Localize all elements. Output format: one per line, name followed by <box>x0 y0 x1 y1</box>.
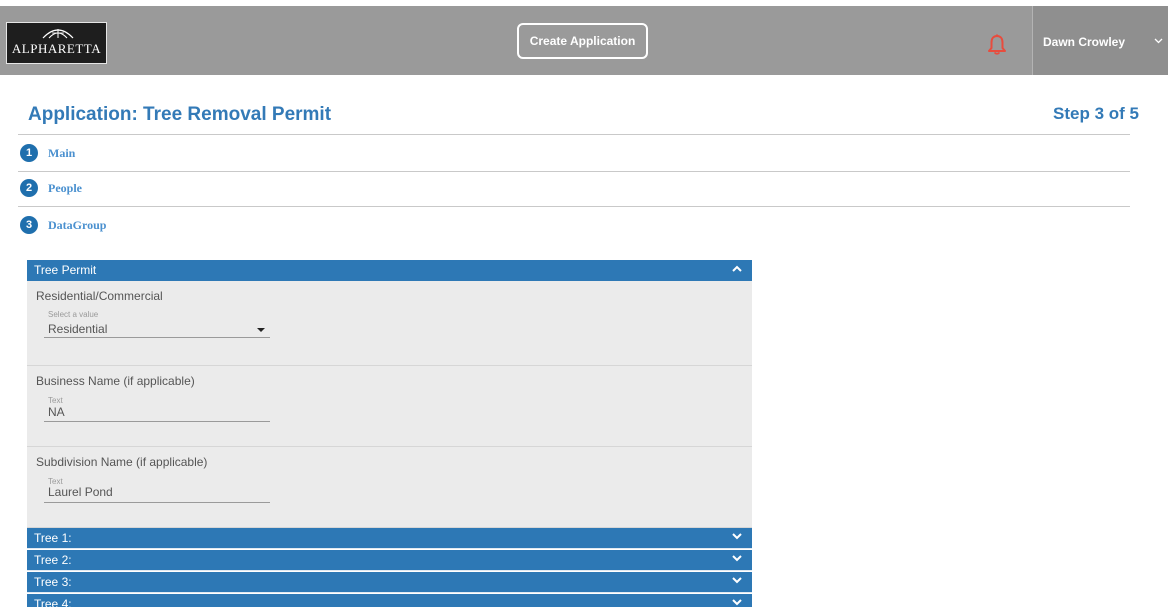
field-underline <box>44 421 270 422</box>
step-label: DataGroup <box>48 218 107 232</box>
bell-icon[interactable] <box>987 34 1007 56</box>
chevron-down-icon <box>732 577 742 584</box>
divider <box>18 171 1130 172</box>
tree-permit-panel: Tree Permit Residential/Commercial Selec… <box>27 260 752 607</box>
section-label: Tree 4: <box>34 597 72 607</box>
chevron-up-icon <box>732 265 742 272</box>
field-underline <box>44 337 270 338</box>
step-number-badge: 2 <box>20 179 38 197</box>
step-people[interactable]: 2 People <box>20 179 220 199</box>
select-value[interactable]: Residential <box>48 322 107 336</box>
step-number-badge: 3 <box>20 216 38 234</box>
field-hint: Select a value <box>48 310 99 319</box>
chevron-down-icon <box>732 555 742 562</box>
step-number-badge: 1 <box>20 144 38 162</box>
section-label: Tree 3: <box>34 575 72 589</box>
tree-section-2[interactable]: Tree 2: <box>27 550 752 571</box>
chevron-down-icon <box>732 599 742 606</box>
section-label: Tree 1: <box>34 531 72 545</box>
alpharetta-logo[interactable]: ALPHARETTA <box>6 22 107 64</box>
step-datagroup[interactable]: 3 DataGroup <box>20 216 220 236</box>
step-label: Main <box>48 146 76 160</box>
field-residential-commercial: Residential/Commercial Select a value Re… <box>27 281 752 366</box>
create-application-button[interactable]: Create Application <box>517 23 648 59</box>
user-menu[interactable]: Dawn Crowley <box>1032 6 1168 75</box>
field-underline <box>44 502 270 503</box>
field-business-name: Business Name (if applicable) Text NA <box>27 366 752 447</box>
field-label: Residential/Commercial <box>36 289 163 303</box>
text-input-value[interactable]: Laurel Pond <box>48 485 113 499</box>
panel-header-tree-permit[interactable]: Tree Permit <box>27 260 752 281</box>
tree-section-1[interactable]: Tree 1: <box>27 528 752 549</box>
field-subdivision-name: Subdivision Name (if applicable) Text La… <box>27 447 752 528</box>
divider <box>18 206 1130 207</box>
chevron-down-icon <box>1154 38 1163 44</box>
field-hint: Text <box>48 396 63 405</box>
user-name: Dawn Crowley <box>1043 35 1126 49</box>
logo-text: ALPHARETTA <box>11 41 102 56</box>
text-input-value[interactable]: NA <box>48 405 65 419</box>
tree-section-4[interactable]: Tree 4: <box>27 594 752 607</box>
tree-section-3[interactable]: Tree 3: <box>27 572 752 593</box>
top-bar: ALPHARETTA Create Application Dawn Crowl… <box>0 6 1168 75</box>
step-indicator: Step 3 of 5 <box>1053 104 1139 123</box>
step-label: People <box>48 181 82 195</box>
page-title: Application: Tree Removal Permit <box>28 104 332 125</box>
field-label: Business Name (if applicable) <box>36 374 195 388</box>
step-main[interactable]: 1 Main <box>20 144 220 164</box>
divider <box>18 134 1130 135</box>
caret-down-icon[interactable] <box>257 328 265 332</box>
tree-emblem-icon <box>42 29 74 39</box>
chevron-down-icon <box>732 533 742 540</box>
field-label: Subdivision Name (if applicable) <box>36 455 208 469</box>
panel-title: Tree Permit <box>34 263 97 277</box>
section-label: Tree 2: <box>34 553 72 567</box>
